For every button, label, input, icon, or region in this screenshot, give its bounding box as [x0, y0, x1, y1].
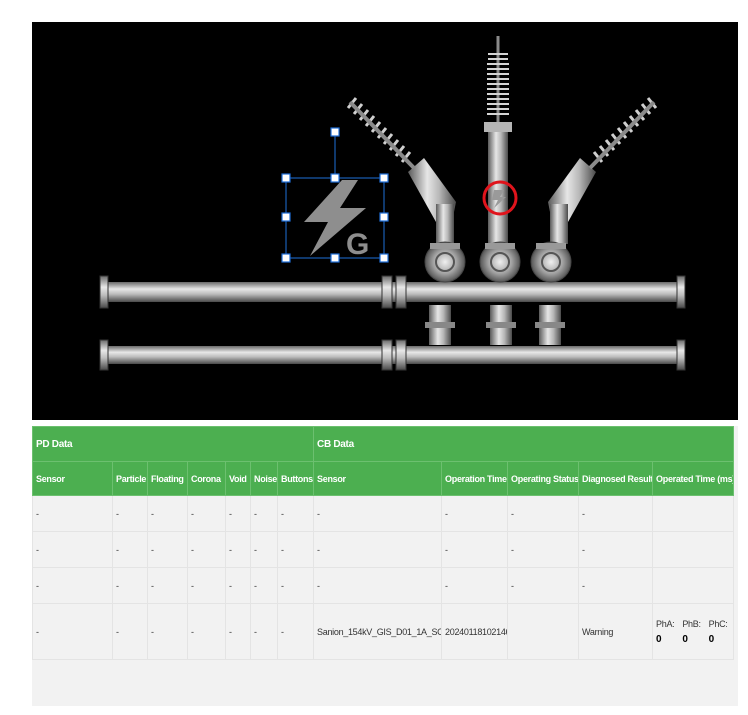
vertical-connectors	[425, 305, 565, 345]
pd-col-corona[interactable]: Corona	[187, 461, 226, 496]
pd-col-noise[interactable]: Noise	[250, 461, 278, 496]
phase-a-label: PhA:	[656, 618, 675, 629]
phase-c: PhC: 0	[709, 617, 728, 647]
pd-cell: -	[112, 495, 148, 532]
phase-values: PhA: 0 PhB: 0 PhC: 0	[656, 617, 730, 647]
pd-cell: -	[276, 531, 315, 568]
lightning-g-logo-icon[interactable]: G	[285, 132, 385, 261]
pd-cell: -	[187, 603, 226, 660]
pd-col-floating[interactable]: Floating	[147, 461, 188, 496]
cb-col-operated-time[interactable]: Operated Time (ms)	[652, 461, 735, 496]
phase-a: PhA: 0	[656, 617, 675, 647]
data-tables-panel: PD Data CB Data Sensor Particle Floating…	[31, 426, 738, 706]
cb-operation-time: 20240118102146	[441, 603, 509, 660]
cb-cell: -	[441, 567, 509, 604]
pd-cell: -	[187, 567, 226, 604]
cb-sensor-name: Sanion_154kV_GIS_D01_1A_SCBR1	[313, 603, 443, 660]
phase-c-value: 0	[708, 633, 715, 645]
phase-b-label: PhB:	[682, 618, 701, 629]
svg-text:G: G	[346, 228, 369, 261]
pd-cell: -	[187, 495, 226, 532]
disc-left	[424, 241, 466, 283]
phase-b: PhB: 0	[682, 617, 701, 647]
cb-operating-status	[507, 603, 580, 660]
pd-cell: -	[276, 603, 315, 660]
pd-col-buttons[interactable]: Buttons	[276, 461, 315, 496]
gis-diagram-svg: G	[99, 36, 686, 371]
table-row[interactable]: - - - - - - - - - - -	[32, 567, 735, 604]
pd-data-title: PD Data	[31, 426, 315, 462]
pd-cb-data-table: PD Data CB Data Sensor Particle Floating…	[31, 426, 735, 660]
cb-cell: -	[313, 567, 443, 604]
cb-cell: -	[507, 567, 580, 604]
table-header-row: Sensor Particle Floating Corona Void Noi…	[32, 461, 735, 496]
pd-cell: -	[250, 567, 278, 604]
pd-cell: -	[276, 495, 315, 532]
pd-cell: -	[32, 567, 113, 604]
pd-cell: -	[250, 603, 278, 660]
table-row[interactable]: - - - - - - - Sanion_154kV_GIS_D01_1A_SC…	[32, 603, 735, 660]
pd-cell: -	[147, 531, 188, 568]
cb-cell: -	[441, 531, 509, 568]
cb-cell: -	[578, 567, 654, 604]
cb-cell: -	[507, 495, 580, 532]
cb-col-diagnosed-result[interactable]: Diagnosed Result	[578, 461, 654, 496]
cb-cell: -	[507, 531, 580, 568]
pd-cell: -	[112, 567, 148, 604]
cb-diagnosed-result: Warning	[578, 603, 654, 660]
disc-center	[479, 241, 521, 283]
cb-cell: -	[578, 531, 654, 568]
pd-cell: -	[225, 531, 251, 568]
cb-cell: -	[578, 495, 654, 532]
gis-diagram-canvas[interactable]: G	[32, 22, 738, 420]
phase-b-value: 0	[682, 633, 688, 645]
cb-operated-time-cell: PhA: 0 PhB: 0 PhC: 0	[652, 603, 735, 660]
pd-col-particle[interactable]: Particle	[112, 461, 148, 496]
upper-bus-pipe	[99, 275, 686, 309]
cb-cell	[652, 495, 735, 532]
pd-cell: -	[225, 603, 251, 660]
cb-col-operating-status[interactable]: Operating Status	[507, 461, 580, 496]
pd-col-void[interactable]: Void	[225, 461, 251, 496]
pd-cell: -	[112, 531, 148, 568]
table-row[interactable]: - - - - - - - - - - -	[32, 495, 735, 532]
pd-cell: -	[225, 495, 251, 532]
cb-cell	[652, 567, 735, 604]
pd-cell: -	[32, 531, 113, 568]
pd-cell: -	[32, 603, 113, 660]
cb-cell: -	[313, 531, 443, 568]
lower-bus-pipe	[99, 339, 686, 371]
right-bushing	[548, 97, 658, 244]
disc-right	[530, 241, 572, 283]
pd-cell: -	[112, 603, 148, 660]
cb-col-operation-time[interactable]: Operation Time	[441, 461, 509, 496]
pd-cell: -	[147, 495, 188, 532]
cb-data-title: CB Data	[313, 426, 735, 462]
table-row[interactable]: - - - - - - - - - - -	[32, 531, 735, 568]
phase-c-label: PhC:	[708, 618, 728, 629]
pd-cell: -	[147, 603, 188, 660]
pd-cell: -	[276, 567, 315, 604]
pd-cell: -	[147, 567, 188, 604]
cb-cell: -	[441, 495, 509, 532]
pd-col-sensor[interactable]: Sensor	[32, 461, 113, 496]
pd-cell: -	[32, 495, 113, 532]
cb-cell	[652, 531, 735, 568]
pd-cell: -	[250, 531, 278, 568]
pd-cell: -	[250, 495, 278, 532]
pd-cell: -	[225, 567, 251, 604]
pd-cell: -	[187, 531, 226, 568]
cb-col-sensor[interactable]: Sensor	[313, 461, 443, 496]
cb-cell: -	[313, 495, 443, 532]
phase-a-value: 0	[656, 633, 662, 645]
left-bushing	[346, 97, 456, 244]
